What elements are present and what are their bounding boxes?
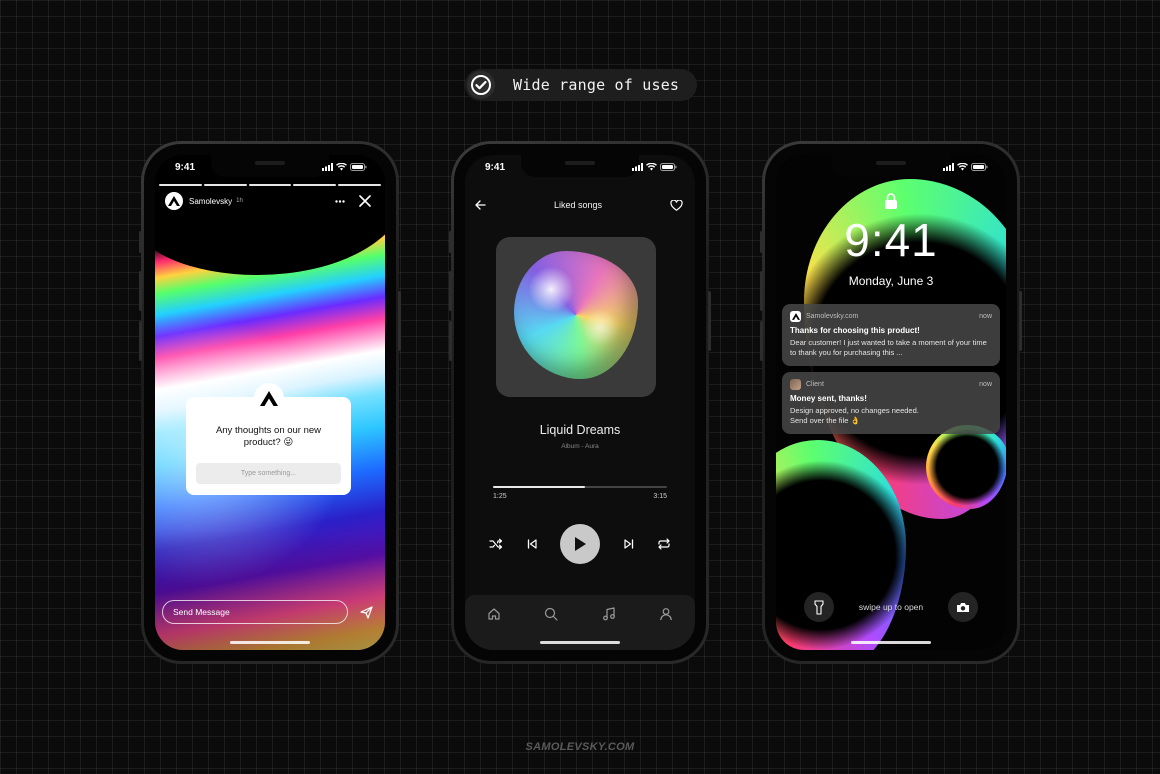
heart-icon[interactable] — [670, 199, 683, 211]
profile-icon[interactable] — [659, 607, 673, 621]
notification-time: now — [979, 380, 992, 388]
status-bar — [776, 155, 1006, 179]
brand-logo-icon — [259, 390, 278, 406]
shuffle-icon[interactable] — [489, 538, 503, 550]
battery-icon — [971, 163, 988, 171]
brand-logo-icon — [790, 310, 801, 322]
story-posted-ago: 1h — [236, 198, 243, 204]
question-text: Any thoughts on our new product? 😜 — [215, 425, 322, 448]
story-progress — [159, 184, 381, 186]
lock-icon — [885, 193, 897, 209]
home-indicator[interactable] — [851, 641, 931, 644]
status-time: 9:41 — [175, 161, 196, 173]
lock-date: Monday, June 3 — [848, 274, 934, 288]
flashlight-icon — [814, 599, 824, 615]
lock-bottom-bar: swipe up to open — [776, 590, 1006, 624]
camera-button[interactable] — [948, 592, 978, 622]
notification-body: Dear customer! I just wanted to take a m… — [790, 338, 987, 357]
avatar[interactable] — [165, 192, 183, 210]
story-header: Samolevsky 1h — [165, 190, 371, 212]
notification-time: now — [979, 312, 992, 320]
play-button[interactable] — [560, 524, 600, 564]
lock-screen: 9:41 Monday, June 3 Samolevsky.com now T… — [776, 155, 1006, 650]
status-time: 9:41 — [485, 161, 506, 173]
headline-pill: Wide range of uses — [465, 69, 697, 101]
progress-fill — [493, 486, 586, 488]
check-circle-icon — [467, 71, 495, 99]
wifi-icon — [336, 163, 347, 171]
story-username[interactable]: Samolevsky — [189, 197, 232, 206]
footer-brand: SAMOLEVSKY.COM — [525, 741, 635, 753]
signal-icon — [322, 163, 333, 171]
music-header: Liked songs — [475, 197, 683, 213]
elapsed-time: 1:25 — [493, 493, 507, 500]
music-note-icon[interactable] — [602, 607, 616, 621]
back-arrow-icon[interactable] — [475, 200, 486, 210]
wifi-icon — [957, 163, 968, 171]
home-indicator[interactable] — [540, 641, 620, 644]
notification-app: Samolevsky.com — [806, 312, 859, 320]
page-title: Liked songs — [553, 200, 603, 210]
total-time: 3:15 — [653, 493, 667, 500]
phone-music: 9:41 Liked songs Liquid Dreams Album - A… — [449, 141, 711, 664]
playback-controls — [489, 524, 671, 564]
send-message-input[interactable]: Send Message — [162, 600, 348, 624]
swipe-hint: swipe up to open — [858, 602, 924, 612]
more-icon[interactable] — [335, 199, 345, 203]
home-indicator[interactable] — [230, 641, 310, 644]
flashlight-button[interactable] — [804, 592, 834, 622]
liquid-blob-artwork — [514, 251, 638, 379]
song-subtitle: Album - Aura — [561, 443, 599, 450]
battery-icon — [350, 163, 367, 171]
send-icon[interactable] — [360, 605, 373, 619]
headline-text: Wide range of uses — [513, 76, 680, 94]
repeat-icon[interactable] — [657, 538, 671, 550]
phone-story: 9:41 Samolevsky 1h Any thoughts on our n… — [139, 141, 401, 664]
notification-title: Thanks for choosing this product! — [790, 326, 920, 335]
notification-app: Client — [806, 380, 824, 388]
previous-icon[interactable] — [527, 539, 537, 549]
album-cover[interactable] — [496, 237, 656, 397]
notification-title: Money sent, thanks! — [790, 394, 867, 403]
brand-logo-icon — [168, 196, 180, 206]
avatar — [790, 378, 801, 390]
send-message-row: Send Message — [162, 600, 373, 624]
status-bar: 9:41 — [155, 155, 385, 179]
notification-body-line: Design approved, no changes needed. — [790, 406, 919, 415]
notification-card[interactable]: Samolevsky.com now Thanks for choosing t… — [782, 304, 1000, 366]
home-icon[interactable] — [487, 607, 501, 621]
music-screen: 9:41 Liked songs Liquid Dreams Album - A… — [465, 155, 695, 650]
question-sticker: Any thoughts on our new product? 😜 Type … — [186, 383, 351, 495]
progress-slider[interactable] — [493, 486, 667, 488]
signal-icon — [943, 163, 954, 171]
notification-body-line: Send over the file 👌 — [790, 416, 860, 425]
camera-icon — [957, 602, 969, 612]
lock-clock: 9:41 — [844, 214, 938, 266]
signal-icon — [632, 163, 643, 171]
story-screen: 9:41 Samolevsky 1h Any thoughts on our n… — [155, 155, 385, 650]
play-icon — [575, 537, 586, 551]
search-icon[interactable] — [544, 607, 558, 621]
next-icon[interactable] — [623, 539, 634, 549]
wifi-icon — [646, 163, 657, 171]
song-title: Liquid Dreams — [539, 423, 621, 437]
status-bar: 9:41 — [465, 155, 695, 179]
phone-lockscreen: 9:41 Monday, June 3 Samolevsky.com now T… — [760, 141, 1022, 664]
answer-input[interactable]: Type something... — [196, 463, 341, 484]
battery-icon — [660, 163, 677, 171]
close-icon[interactable] — [359, 195, 371, 207]
notification-card[interactable]: Client now Money sent, thanks! Design ap… — [782, 372, 1000, 434]
brand-badge — [253, 383, 284, 413]
